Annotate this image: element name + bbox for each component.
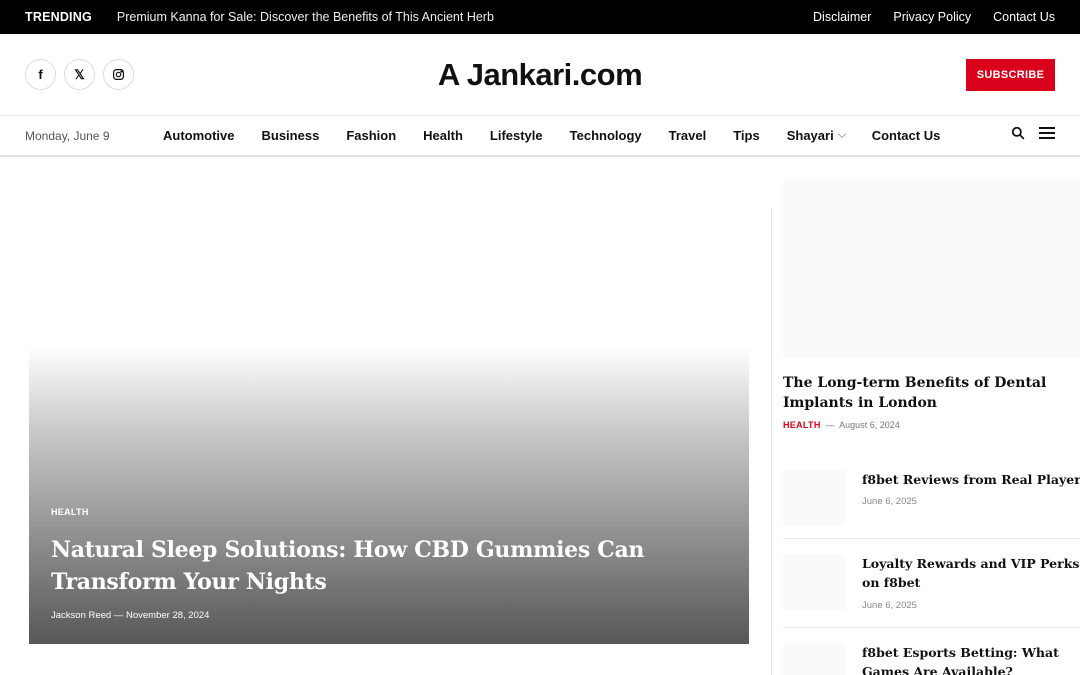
post-date: June 6, 2025 — [862, 600, 917, 611]
nav-item-technology[interactable]: Technology — [570, 128, 642, 143]
site-logo[interactable]: A Jankari.com — [438, 57, 643, 93]
current-date: Monday, June 9 — [25, 128, 110, 143]
list-item[interactable]: f8bet Reviews from Real Players June 6, … — [783, 470, 1080, 530]
nav-item-health[interactable]: Health — [423, 128, 463, 143]
hero-category[interactable]: HEALTH — [51, 507, 89, 517]
post-title[interactable]: f8bet Esports Betting: What Games Are Av… — [862, 643, 1080, 675]
site-header: f 𝕏 A Jankari.com SUBSCRIBE — [0, 34, 1080, 116]
trending-headline-link[interactable]: Premium Kanna for Sale: Discover the Ben… — [117, 10, 494, 24]
sidebar-featured-date: August 6, 2024 — [839, 420, 900, 430]
facebook-icon[interactable]: f — [25, 59, 56, 90]
main-nav: Monday, June 9 Automotive Business Fashi… — [0, 116, 1080, 157]
post-title[interactable]: Loyalty Rewards and VIP Perks on f8bet — [862, 554, 1080, 592]
sidebar-featured-image[interactable] — [783, 180, 1080, 358]
hero-meta: Jackson Reed — November 28, 2024 — [51, 610, 209, 621]
nav-item-fashion[interactable]: Fashion — [346, 128, 396, 143]
nav-item-lifestyle[interactable]: Lifestyle — [490, 128, 543, 143]
search-icon[interactable] — [1011, 126, 1025, 145]
nav-item-contact-us[interactable]: Contact Us — [872, 128, 941, 143]
column-divider — [771, 208, 772, 675]
nav-item-shayari-label: Shayari — [786, 128, 834, 143]
nav-item-travel[interactable]: Travel — [669, 128, 707, 143]
post-thumbnail[interactable] — [783, 643, 846, 675]
list-divider — [783, 627, 1080, 628]
subscribe-button[interactable]: SUBSCRIBE — [966, 58, 1055, 91]
post-thumbnail[interactable] — [783, 470, 846, 526]
hero-date: November 28, 2024 — [125, 610, 210, 621]
top-links: Disclaimer Privacy Policy Contact Us — [813, 10, 1055, 24]
post-thumbnail[interactable] — [783, 554, 846, 610]
nav-item-tips[interactable]: Tips — [733, 128, 760, 143]
social-links: f 𝕏 — [25, 59, 134, 90]
trending-label: TRENDING — [25, 10, 92, 24]
site-logo-wrap: A Jankari.com — [0, 34, 1080, 115]
contact-us-top-link[interactable]: Contact Us — [993, 10, 1055, 24]
sidebar-featured-title[interactable]: The Long-term Benefits of Dental Implant… — [783, 373, 1080, 413]
sidebar-featured-category[interactable]: HEALTH — [783, 420, 821, 430]
instagram-icon[interactable] — [103, 59, 134, 90]
hero-featured-post[interactable]: HEALTH Natural Sleep Solutions: How CBD … — [29, 346, 749, 644]
chevron-down-icon — [837, 129, 846, 139]
nav-icons — [1011, 126, 1055, 145]
list-item[interactable]: Loyalty Rewards and VIP Perks on f8bet J… — [783, 554, 1080, 614]
list-divider — [783, 538, 1080, 539]
nav-item-automotive[interactable]: Automotive — [163, 128, 235, 143]
hamburger-menu-icon[interactable] — [1039, 126, 1055, 145]
list-item[interactable]: f8bet Esports Betting: What Games Are Av… — [783, 643, 1080, 675]
post-title[interactable]: f8bet Reviews from Real Players — [862, 470, 1080, 489]
top-bar: TRENDING Premium Kanna for Sale: Discove… — [0, 0, 1080, 34]
privacy-policy-link[interactable]: Privacy Policy — [893, 10, 971, 24]
disclaimer-link[interactable]: Disclaimer — [813, 10, 871, 24]
hero-title[interactable]: Natural Sleep Solutions: How CBD Gummies… — [51, 534, 651, 598]
hero-author[interactable]: Jackson Reed — [51, 610, 111, 621]
x-twitter-icon[interactable]: 𝕏 — [64, 59, 95, 90]
meta-separator: — — [823, 420, 840, 430]
sidebar-featured-meta: HEALTH — August 6, 2024 — [783, 420, 900, 430]
nav-menu: Automotive Business Fashion Health Lifes… — [163, 128, 940, 143]
nav-item-shayari[interactable]: Shayari — [786, 128, 846, 143]
meta-separator: — — [113, 610, 126, 621]
post-date: June 6, 2025 — [862, 496, 917, 507]
nav-item-business[interactable]: Business — [262, 128, 320, 143]
